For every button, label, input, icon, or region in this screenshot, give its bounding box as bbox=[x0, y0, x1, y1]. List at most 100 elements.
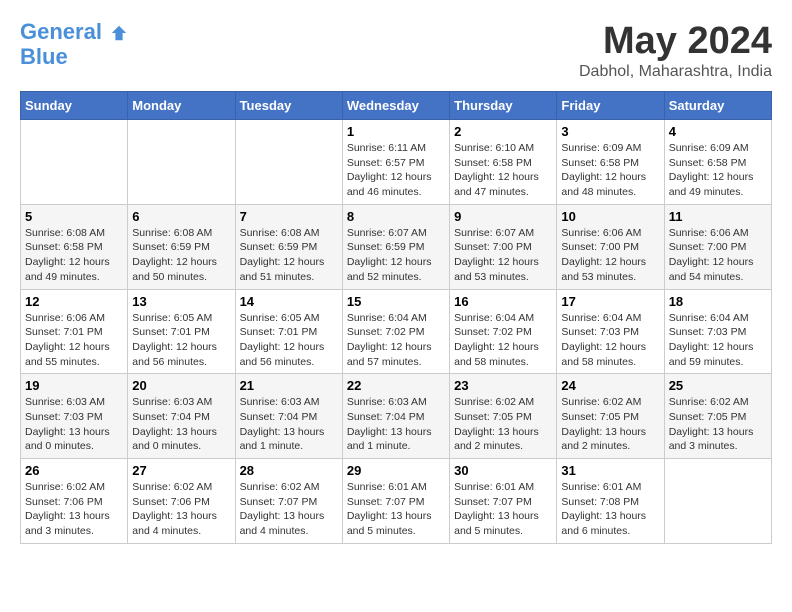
title-area: May 2024 Dabhol, Maharashtra, India bbox=[579, 20, 772, 81]
day-info: Sunrise: 6:03 AMSunset: 7:03 PMDaylight:… bbox=[25, 395, 123, 454]
week-row-2: 5 Sunrise: 6:08 AMSunset: 6:58 PMDaylight… bbox=[21, 204, 772, 289]
calendar-table: SundayMondayTuesdayWednesdayThursdayFrid… bbox=[20, 91, 772, 544]
calendar-cell: 29 Sunrise: 6:01 AMSunset: 7:07 PMDayligh… bbox=[342, 459, 449, 544]
day-of-week-friday: Friday bbox=[557, 92, 664, 120]
day-info: Sunrise: 6:04 AMSunset: 7:02 PMDaylight:… bbox=[347, 311, 445, 370]
day-number: 22 bbox=[347, 378, 445, 393]
calendar-cell: 24Sunrise: 6:02 AMSunset: 7:05 PMDayligh… bbox=[557, 374, 664, 459]
calendar-cell bbox=[128, 120, 235, 205]
day-number: 16 bbox=[454, 294, 552, 309]
day-number: 2 bbox=[454, 124, 552, 139]
calendar-cell: 12 Sunrise: 6:06 AMSunset: 7:01 PMDayligh… bbox=[21, 289, 128, 374]
day-info: Sunrise: 6:07 AMSunset: 7:00 PMDaylight:… bbox=[454, 226, 552, 285]
calendar-cell: 22 Sunrise: 6:03 AMSunset: 7:04 PMDayligh… bbox=[342, 374, 449, 459]
day-number: 13 bbox=[132, 294, 230, 309]
day-info: Sunrise: 6:04 AMSunset: 7:03 PMDaylight:… bbox=[561, 311, 659, 370]
calendar-cell: 7 Sunrise: 6:08 AMSunset: 6:59 PMDaylight… bbox=[235, 204, 342, 289]
day-info: Sunrise: 6:04 AMSunset: 7:02 PMDaylight:… bbox=[454, 311, 552, 370]
calendar-cell: 26 Sunrise: 6:02 AMSunset: 7:06 PMDayligh… bbox=[21, 459, 128, 544]
day-number: 28 bbox=[240, 463, 338, 478]
day-number: 19 bbox=[25, 378, 123, 393]
day-info: Sunrise: 6:09 AMSunset: 6:58 PMDaylight:… bbox=[561, 141, 659, 200]
day-info: Sunrise: 6:01 AMSunset: 7:08 PMDaylight:… bbox=[561, 480, 659, 539]
logo-text: General bbox=[20, 20, 128, 44]
day-of-week-sunday: Sunday bbox=[21, 92, 128, 120]
calendar-cell: 30 Sunrise: 6:01 AMSunset: 7:07 PMDayligh… bbox=[450, 459, 557, 544]
day-number: 3 bbox=[561, 124, 659, 139]
day-number: 23 bbox=[454, 378, 552, 393]
day-number: 20 bbox=[132, 378, 230, 393]
calendar-cell: 6Sunrise: 6:08 AMSunset: 6:59 PMDaylight… bbox=[128, 204, 235, 289]
day-number: 30 bbox=[454, 463, 552, 478]
calendar-cell: 18 Sunrise: 6:04 AMSunset: 7:03 PMDayligh… bbox=[664, 289, 771, 374]
day-of-week-saturday: Saturday bbox=[664, 92, 771, 120]
day-info: Sunrise: 6:02 AMSunset: 7:06 PMDaylight:… bbox=[25, 480, 123, 539]
day-of-week-wednesday: Wednesday bbox=[342, 92, 449, 120]
week-row-1: 1 Sunrise: 6:11 AMSunset: 6:57 PMDaylight… bbox=[21, 120, 772, 205]
calendar-cell: 23 Sunrise: 6:02 AMSunset: 7:05 PMDayligh… bbox=[450, 374, 557, 459]
day-number: 26 bbox=[25, 463, 123, 478]
calendar-cell: 17 Sunrise: 6:04 AMSunset: 7:03 PMDayligh… bbox=[557, 289, 664, 374]
calendar-cell: 8Sunrise: 6:07 AMSunset: 6:59 PMDaylight… bbox=[342, 204, 449, 289]
day-number: 21 bbox=[240, 378, 338, 393]
day-info: Sunrise: 6:05 AMSunset: 7:01 PMDaylight:… bbox=[132, 311, 230, 370]
calendar-cell: 25 Sunrise: 6:02 AMSunset: 7:05 PMDayligh… bbox=[664, 374, 771, 459]
day-info: Sunrise: 6:02 AMSunset: 7:06 PMDaylight:… bbox=[132, 480, 230, 539]
day-of-week-monday: Monday bbox=[128, 92, 235, 120]
calendar-cell: 21 Sunrise: 6:03 AMSunset: 7:04 PMDayligh… bbox=[235, 374, 342, 459]
day-of-week-tuesday: Tuesday bbox=[235, 92, 342, 120]
day-number: 1 bbox=[347, 124, 445, 139]
calendar-cell: 31 Sunrise: 6:01 AMSunset: 7:08 PMDayligh… bbox=[557, 459, 664, 544]
day-info: Sunrise: 6:08 AMSunset: 6:59 PMDaylight:… bbox=[240, 226, 338, 285]
day-number: 15 bbox=[347, 294, 445, 309]
day-info: Sunrise: 6:02 AMSunset: 7:05 PMDaylight:… bbox=[561, 395, 659, 454]
day-number: 25 bbox=[669, 378, 767, 393]
day-number: 10 bbox=[561, 209, 659, 224]
day-info: Sunrise: 6:03 AMSunset: 7:04 PMDaylight:… bbox=[240, 395, 338, 454]
day-info: Sunrise: 6:02 AMSunset: 7:05 PMDaylight:… bbox=[454, 395, 552, 454]
day-number: 9 bbox=[454, 209, 552, 224]
calendar-cell: 3 Sunrise: 6:09 AMSunset: 6:58 PMDaylight… bbox=[557, 120, 664, 205]
calendar-cell: 10Sunrise: 6:06 AMSunset: 7:00 PMDayligh… bbox=[557, 204, 664, 289]
day-number: 11 bbox=[669, 209, 767, 224]
day-number: 18 bbox=[669, 294, 767, 309]
location: Dabhol, Maharashtra, India bbox=[579, 63, 772, 81]
day-info: Sunrise: 6:02 AMSunset: 7:07 PMDaylight:… bbox=[240, 480, 338, 539]
day-number: 17 bbox=[561, 294, 659, 309]
day-info: Sunrise: 6:06 AMSunset: 7:00 PMDaylight:… bbox=[669, 226, 767, 285]
day-info: Sunrise: 6:11 AMSunset: 6:57 PMDaylight:… bbox=[347, 141, 445, 200]
day-info: Sunrise: 6:07 AMSunset: 6:59 PMDaylight:… bbox=[347, 226, 445, 285]
day-number: 29 bbox=[347, 463, 445, 478]
calendar-cell: 20 Sunrise: 6:03 AMSunset: 7:04 PMDayligh… bbox=[128, 374, 235, 459]
calendar-cell: 11 Sunrise: 6:06 AMSunset: 7:00 PMDayligh… bbox=[664, 204, 771, 289]
calendar-cell: 19 Sunrise: 6:03 AMSunset: 7:03 PMDayligh… bbox=[21, 374, 128, 459]
day-number: 7 bbox=[240, 209, 338, 224]
day-info: Sunrise: 6:06 AMSunset: 7:01 PMDaylight:… bbox=[25, 311, 123, 370]
days-header-row: SundayMondayTuesdayWednesdayThursdayFrid… bbox=[21, 92, 772, 120]
day-info: Sunrise: 6:01 AMSunset: 7:07 PMDaylight:… bbox=[454, 480, 552, 539]
day-info: Sunrise: 6:03 AMSunset: 7:04 PMDaylight:… bbox=[132, 395, 230, 454]
day-number: 14 bbox=[240, 294, 338, 309]
day-info: Sunrise: 6:02 AMSunset: 7:05 PMDaylight:… bbox=[669, 395, 767, 454]
calendar-cell: 4Sunrise: 6:09 AMSunset: 6:58 PMDaylight… bbox=[664, 120, 771, 205]
day-info: Sunrise: 6:04 AMSunset: 7:03 PMDaylight:… bbox=[669, 311, 767, 370]
day-number: 31 bbox=[561, 463, 659, 478]
day-info: Sunrise: 6:08 AMSunset: 6:58 PMDaylight:… bbox=[25, 226, 123, 285]
calendar-cell: 13 Sunrise: 6:05 AMSunset: 7:01 PMDayligh… bbox=[128, 289, 235, 374]
calendar-cell: 14Sunrise: 6:05 AMSunset: 7:01 PMDayligh… bbox=[235, 289, 342, 374]
week-row-4: 19 Sunrise: 6:03 AMSunset: 7:03 PMDayligh… bbox=[21, 374, 772, 459]
logo-blue: Blue bbox=[20, 44, 68, 70]
calendar-cell: 15 Sunrise: 6:04 AMSunset: 7:02 PMDayligh… bbox=[342, 289, 449, 374]
day-info: Sunrise: 6:10 AMSunset: 6:58 PMDaylight:… bbox=[454, 141, 552, 200]
day-number: 5 bbox=[25, 209, 123, 224]
calendar-cell bbox=[21, 120, 128, 205]
page-header: General Blue May 2024 Dabhol, Maharashtr… bbox=[20, 20, 772, 81]
month-title: May 2024 bbox=[579, 20, 772, 63]
day-info: Sunrise: 6:03 AMSunset: 7:04 PMDaylight:… bbox=[347, 395, 445, 454]
calendar-cell: 5 Sunrise: 6:08 AMSunset: 6:58 PMDaylight… bbox=[21, 204, 128, 289]
day-info: Sunrise: 6:01 AMSunset: 7:07 PMDaylight:… bbox=[347, 480, 445, 539]
day-number: 12 bbox=[25, 294, 123, 309]
day-number: 4 bbox=[669, 124, 767, 139]
day-of-week-thursday: Thursday bbox=[450, 92, 557, 120]
day-number: 6 bbox=[132, 209, 230, 224]
